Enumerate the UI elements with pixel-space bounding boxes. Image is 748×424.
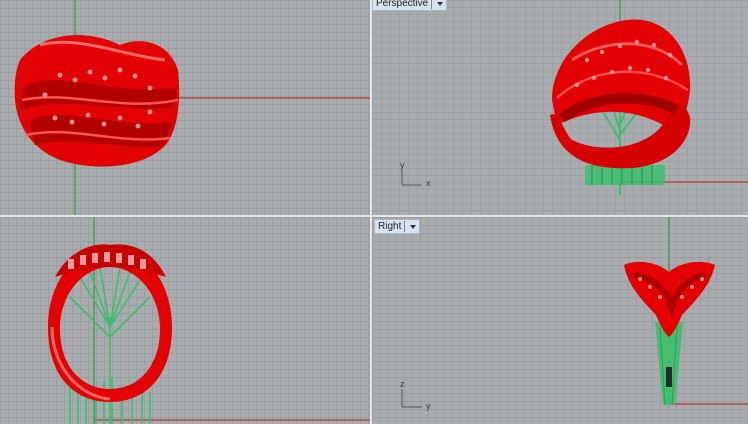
viewport-divider-horizontal[interactable] xyxy=(0,215,748,217)
axis-label-y: y xyxy=(426,401,431,411)
right-label: Right xyxy=(378,221,402,232)
right-axis-widget xyxy=(401,389,422,408)
top-viewport[interactable] xyxy=(0,0,370,215)
axis-label-z: z xyxy=(400,379,405,389)
perspective-viewport[interactable]: Perspective y x xyxy=(372,0,748,215)
viewport-divider-vertical[interactable] xyxy=(370,0,372,424)
right-viewport-tab[interactable]: Right xyxy=(374,219,421,234)
front-viewport[interactable] xyxy=(0,217,370,424)
tab-separator xyxy=(404,221,406,232)
ring-model-right[interactable] xyxy=(624,261,715,337)
axis-label-y: y xyxy=(400,160,405,170)
front-view-canvas[interactable] xyxy=(0,217,370,424)
chevron-down-icon[interactable] xyxy=(410,224,417,229)
perspective-axis-widget xyxy=(401,170,422,186)
axis-label-x: x xyxy=(426,178,431,188)
chevron-down-icon[interactable] xyxy=(437,1,444,6)
perspective-label: Perspective xyxy=(376,0,429,9)
ring-model-top[interactable] xyxy=(14,35,180,167)
right-viewport[interactable]: Right z y xyxy=(372,217,748,424)
top-view-canvas[interactable] xyxy=(0,0,370,215)
perspective-viewport-tab[interactable]: Perspective xyxy=(372,0,448,11)
right-view-canvas[interactable] xyxy=(372,217,748,424)
tab-separator xyxy=(431,0,433,9)
